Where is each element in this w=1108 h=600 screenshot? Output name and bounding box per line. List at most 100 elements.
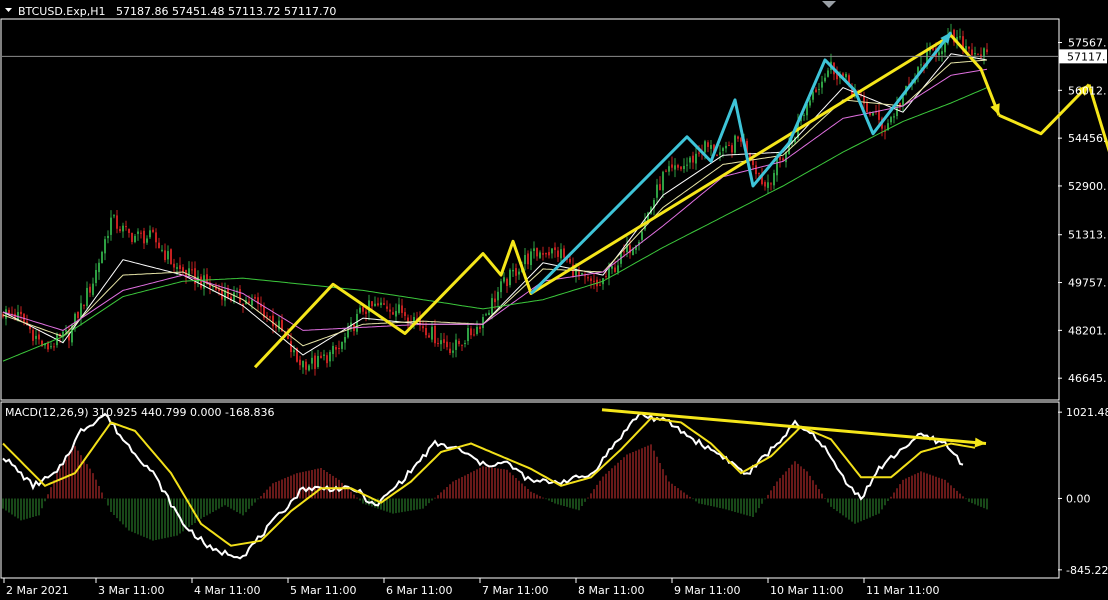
candle-body bbox=[398, 304, 400, 313]
candle-body bbox=[533, 248, 535, 251]
candle-body bbox=[443, 339, 445, 343]
time-tick-label: 9 Mar 11:00 bbox=[674, 584, 740, 597]
candle-body bbox=[818, 89, 820, 91]
candle-body bbox=[80, 303, 82, 318]
candle-body bbox=[563, 248, 565, 258]
candle-body bbox=[767, 182, 769, 188]
candle-body bbox=[341, 341, 343, 349]
candle-body bbox=[107, 235, 109, 239]
candle-body bbox=[458, 340, 460, 345]
candle-body bbox=[344, 336, 346, 343]
candle-body bbox=[770, 183, 772, 185]
candle-body bbox=[827, 70, 829, 77]
time-tick-label: 2 Mar 2021 bbox=[6, 584, 69, 597]
candle-body bbox=[101, 251, 103, 264]
candle-body bbox=[389, 309, 391, 312]
candle-body bbox=[434, 325, 436, 344]
candle-body bbox=[890, 117, 892, 123]
candle-body bbox=[824, 77, 826, 82]
candle-body bbox=[179, 265, 181, 270]
trading-chart[interactable]: 57567. 56012. 54456. 52900. 51313. 49757. 4820… bbox=[0, 0, 1108, 600]
candle-body bbox=[512, 269, 514, 272]
candle-body bbox=[134, 235, 136, 243]
candle-body bbox=[38, 334, 40, 340]
price-tick-label: 51313. bbox=[1068, 229, 1107, 242]
candle-body bbox=[668, 166, 670, 172]
ohlc-label: 57187.86 57451.48 57113.72 57117.70 bbox=[116, 5, 336, 18]
candle-body bbox=[164, 250, 166, 261]
candle-body bbox=[158, 242, 160, 249]
candle-body bbox=[641, 231, 643, 240]
candle-body bbox=[386, 306, 388, 309]
candle-body bbox=[440, 340, 442, 345]
candle-body bbox=[752, 160, 754, 166]
candle-body bbox=[65, 329, 67, 332]
candle-body bbox=[734, 135, 736, 153]
candle-body bbox=[662, 171, 664, 191]
candle-body bbox=[683, 165, 685, 170]
candle-body bbox=[461, 344, 463, 346]
candle-body bbox=[755, 165, 757, 175]
time-tick-label: 4 Mar 11:00 bbox=[194, 584, 260, 597]
candle-body bbox=[362, 306, 364, 312]
candle-body bbox=[809, 100, 811, 106]
candle-body bbox=[113, 215, 115, 217]
candle-body bbox=[470, 328, 472, 336]
candle-body bbox=[623, 251, 625, 253]
candle-body bbox=[971, 49, 973, 56]
candle-body bbox=[8, 309, 10, 314]
macd-tick-label: 1021.48 bbox=[1066, 406, 1108, 419]
candle-body bbox=[125, 226, 127, 228]
time-tick-label: 3 Mar 11:00 bbox=[98, 584, 164, 597]
candle-body bbox=[32, 329, 34, 341]
candle-body bbox=[548, 252, 550, 256]
candle-body bbox=[659, 184, 661, 191]
candle-body bbox=[587, 277, 589, 279]
candle-body bbox=[83, 304, 85, 307]
candle-body bbox=[77, 311, 79, 319]
candle-body bbox=[545, 252, 547, 255]
candle-body bbox=[446, 341, 448, 348]
last-price-label: 57117. bbox=[1067, 50, 1106, 63]
candle-body bbox=[941, 51, 943, 55]
candle-body bbox=[290, 341, 292, 353]
candle-body bbox=[272, 315, 274, 327]
candle-body bbox=[359, 307, 361, 313]
candle-body bbox=[455, 339, 457, 350]
candle-body bbox=[86, 287, 88, 306]
candle-body bbox=[326, 355, 328, 364]
price-tick-label: 56012. bbox=[1068, 84, 1107, 97]
candle-body bbox=[677, 164, 679, 168]
candle-body bbox=[737, 136, 739, 139]
candle-body bbox=[200, 276, 202, 288]
candle-body bbox=[803, 114, 805, 116]
candle-body bbox=[119, 229, 121, 232]
candle-body bbox=[47, 342, 49, 350]
candle-body bbox=[35, 335, 37, 339]
candle-body bbox=[161, 249, 163, 251]
candle-body bbox=[143, 230, 145, 244]
candle-body bbox=[707, 142, 709, 147]
candle-body bbox=[401, 305, 403, 313]
candle-body bbox=[167, 251, 169, 260]
candle-body bbox=[104, 239, 106, 254]
candle-body bbox=[137, 231, 139, 234]
candle-body bbox=[371, 301, 373, 307]
candle-body bbox=[494, 298, 496, 303]
price-tick-label: 46645. bbox=[1068, 372, 1107, 385]
candle-body bbox=[569, 258, 571, 263]
time-tick-label: 8 Mar 11:00 bbox=[578, 584, 644, 597]
candle-body bbox=[314, 355, 316, 369]
candle-body bbox=[380, 302, 382, 306]
price-tick-label: 49757. bbox=[1068, 277, 1107, 290]
candle-body bbox=[704, 141, 706, 153]
candle-body bbox=[845, 73, 847, 78]
candle-body bbox=[422, 326, 424, 329]
macd-tick-label: -845.22 bbox=[1066, 564, 1108, 577]
candle-body bbox=[527, 253, 529, 265]
candle-body bbox=[323, 354, 325, 356]
candle-body bbox=[53, 346, 55, 348]
time-tick-label: 11 Mar 11:00 bbox=[866, 584, 939, 597]
candle-body bbox=[689, 157, 691, 163]
candle-body bbox=[248, 301, 250, 304]
